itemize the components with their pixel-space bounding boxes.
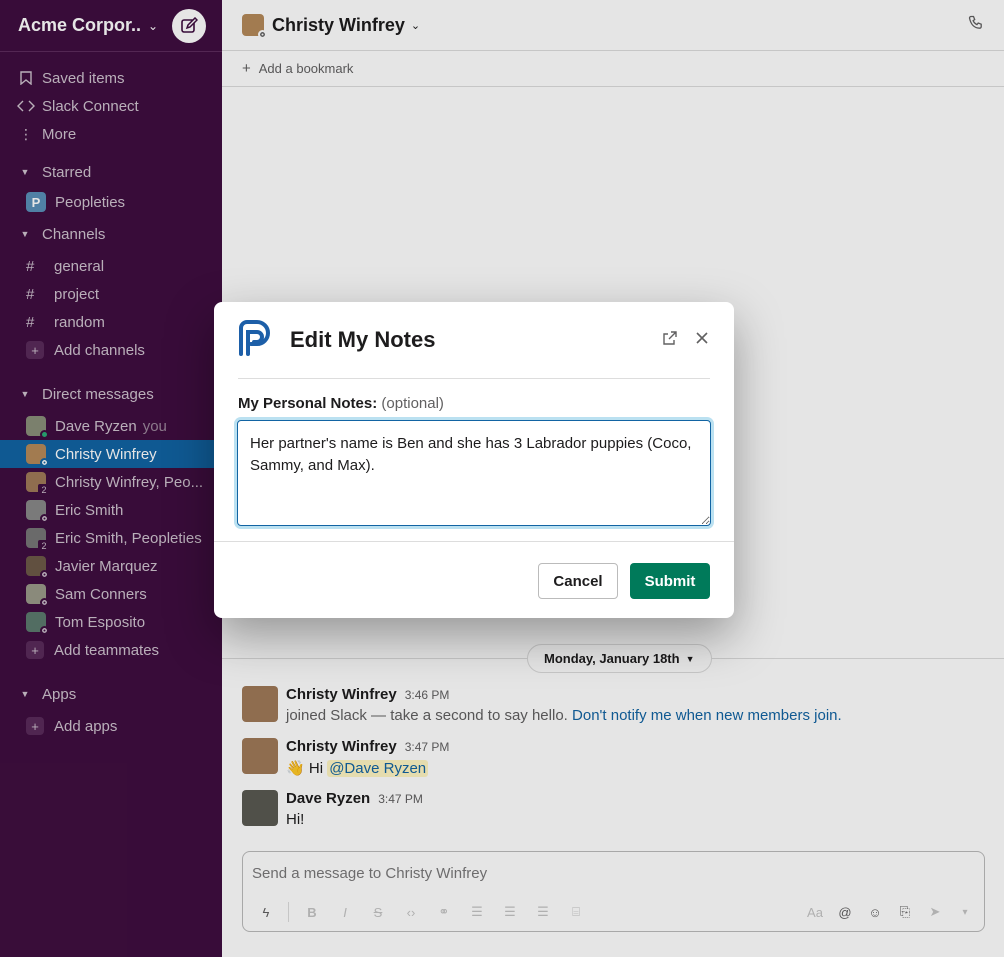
- modal-header: Edit My Notes: [238, 319, 710, 361]
- modal-header-divider: [238, 378, 710, 379]
- close-icon[interactable]: [694, 330, 710, 351]
- modal-footer-divider: [214, 541, 734, 542]
- notes-field-label: My Personal Notes: (optional): [238, 395, 444, 412]
- personal-notes-textarea[interactable]: Her partner's name is Ben and she has 3 …: [237, 420, 711, 526]
- optional-label: (optional): [381, 395, 444, 412]
- cancel-button[interactable]: Cancel: [538, 563, 618, 599]
- edit-notes-modal: Edit My Notes My Personal Notes: (option…: [214, 302, 734, 618]
- modal-title: Edit My Notes: [290, 327, 436, 352]
- peopleties-logo: [238, 319, 272, 361]
- open-in-new-window-icon[interactable]: [662, 330, 678, 351]
- submit-button[interactable]: Submit: [630, 563, 710, 599]
